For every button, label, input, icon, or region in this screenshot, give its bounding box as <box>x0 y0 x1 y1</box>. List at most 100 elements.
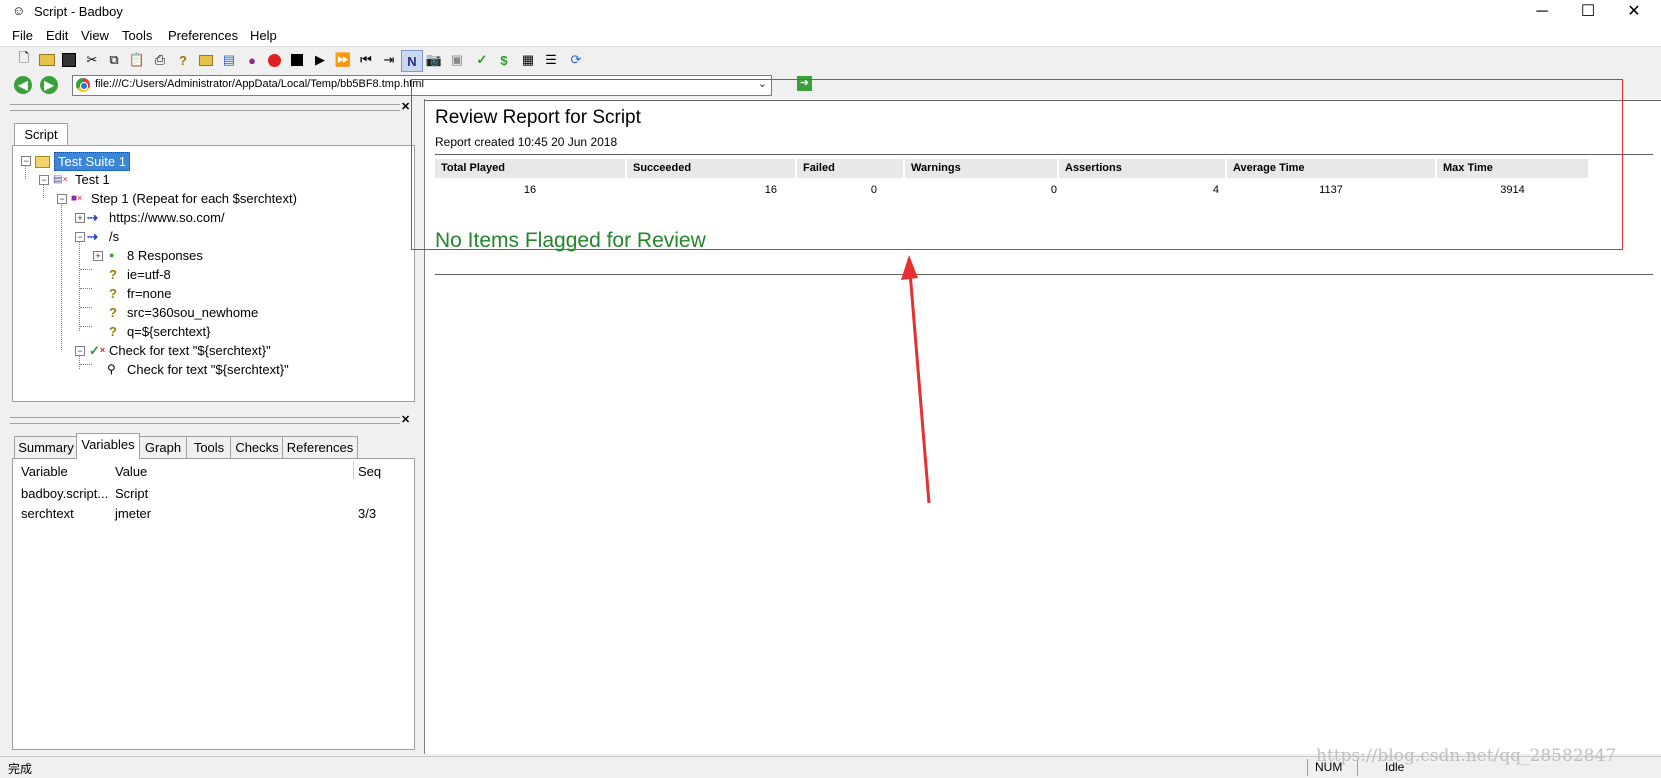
tree-label[interactable]: 8 Responses <box>127 246 203 265</box>
variable-icon[interactable]: $ <box>494 50 514 70</box>
check-icon: ✓× <box>89 343 106 358</box>
column-header-value[interactable]: Value <box>115 464 147 479</box>
collapse-icon[interactable]: − <box>21 156 31 166</box>
tab-checks[interactable]: Checks <box>230 436 284 459</box>
param-icon: ? <box>109 305 117 320</box>
add-step-icon[interactable]: ▤ <box>219 50 239 70</box>
add-item-icon[interactable]: ● <box>242 50 262 70</box>
tree-guide <box>80 288 92 289</box>
collapse-icon[interactable]: − <box>75 346 85 356</box>
play-icon[interactable]: ▶ <box>310 50 330 70</box>
navigation-mode-icon[interactable]: N <box>401 50 423 72</box>
menu-file[interactable]: File <box>12 28 33 43</box>
tree-label[interactable]: Step 1 (Repeat for each $serchtext) <box>91 189 297 208</box>
check-icon[interactable]: ✓ <box>472 50 492 70</box>
minimize-button[interactable]: ─ <box>1520 0 1564 24</box>
close-icon[interactable]: ✕ <box>401 413 410 426</box>
cell-variable: badboy.script... <box>21 486 109 501</box>
cell-variable: serchtext <box>21 506 74 521</box>
menu-tools[interactable]: Tools <box>122 28 152 43</box>
suite-folder-icon <box>35 151 51 170</box>
divider <box>435 274 1653 275</box>
step-icon[interactable]: ⇥ <box>379 50 399 70</box>
collapse-icon[interactable]: − <box>57 194 67 204</box>
tree-guide <box>61 198 62 350</box>
tree-label[interactable]: q=${serchtext} <box>127 322 210 341</box>
toolbar: 🗋 ✂ ⧉ 📋 ⎙ ? ▤ ● ▶ ⏩ ⏮ ⇥ N 📷 ▣ ✓ $ ▦ ☰ ⟳ <box>0 47 1661 73</box>
tree-icon[interactable]: ☰ <box>541 50 561 70</box>
cut-icon[interactable]: ✂ <box>82 50 102 70</box>
tree-guide <box>79 236 80 331</box>
tab-variables[interactable]: Variables <box>76 433 140 459</box>
tree-label[interactable]: Test 1 <box>75 170 110 189</box>
table-row[interactable]: serchtext jmeter 3/3 <box>13 506 414 526</box>
tree-label[interactable]: Test Suite 1 <box>54 152 130 171</box>
rewind-icon[interactable]: ⏮ <box>356 50 376 70</box>
close-icon[interactable]: ✕ <box>401 100 410 113</box>
table-row[interactable]: badboy.script... Script <box>13 486 414 506</box>
expand-icon[interactable]: + <box>75 213 85 223</box>
cell-seq: 3/3 <box>358 506 377 521</box>
tree-label[interactable]: /s <box>109 227 119 246</box>
forward-button[interactable]: ▶ <box>40 76 58 94</box>
close-button[interactable]: ✕ <box>1612 0 1656 24</box>
menu-edit[interactable]: Edit <box>46 28 68 43</box>
tree-label[interactable]: fr=none <box>127 284 171 303</box>
status-divider <box>1307 759 1308 776</box>
tree-label[interactable]: Check for text "${serchtext}" <box>109 341 271 360</box>
script-panel: ✕ Script − Test Suite 1 − ▤× Test 1 − ■×… <box>10 99 415 407</box>
url-text[interactable]: file:///C:/Users/Administrator/AppData/L… <box>95 78 424 90</box>
menu-view[interactable]: View <box>81 28 109 43</box>
highlight-box <box>411 79 1623 250</box>
tree-guide <box>80 326 92 327</box>
tab-tools[interactable]: Tools <box>186 436 232 459</box>
print-icon[interactable]: ⎙ <box>150 50 170 70</box>
step-icon: ■× <box>71 193 83 204</box>
panel-grip[interactable] <box>10 417 400 424</box>
tab-summary[interactable]: Summary <box>14 436 78 459</box>
title-bar: ☺ Script - Badboy ─ ☐ ✕ <box>0 0 1661 24</box>
tree-label[interactable]: src=360sou_newhome <box>127 303 258 322</box>
panel-grip[interactable] <box>10 104 400 111</box>
variables-table: Variable Value Seq badboy.script... Scri… <box>12 458 415 750</box>
tree-label[interactable]: Check for text "${serchtext}" <box>127 360 289 379</box>
request-arrow-icon: ⇢ <box>87 210 98 225</box>
status-text: 完成 <box>8 762 33 776</box>
expand-icon[interactable]: + <box>93 251 103 261</box>
browser-icon-center <box>80 82 88 90</box>
column-header-seq[interactable]: Seq <box>358 464 381 479</box>
paste-icon[interactable]: 📋 <box>127 50 147 70</box>
capture-icon[interactable]: ▣ <box>447 50 467 70</box>
maximize-button[interactable]: ☐ <box>1566 0 1610 24</box>
menu-help[interactable]: Help <box>250 28 277 43</box>
search-check-icon: ⚲ <box>107 362 116 376</box>
record-icon[interactable] <box>264 50 284 70</box>
tab-script[interactable]: Script <box>14 123 68 146</box>
collapse-icon[interactable]: − <box>39 175 49 185</box>
table-icon[interactable]: ▦ <box>518 50 538 70</box>
column-header-variable[interactable]: Variable <box>21 464 68 479</box>
tree-guide <box>80 307 92 308</box>
fast-forward-icon[interactable]: ⏩ <box>333 50 353 70</box>
add-folder-icon[interactable] <box>196 50 216 70</box>
open-icon[interactable] <box>37 50 57 70</box>
tree-label[interactable]: ie=utf-8 <box>127 265 171 284</box>
screenshot-icon[interactable]: 📷 <box>424 50 444 70</box>
script-tree[interactable]: − Test Suite 1 − ▤× Test 1 − ■× Step 1 (… <box>12 145 415 402</box>
copy-icon[interactable]: ⧉ <box>104 50 124 70</box>
help-icon[interactable]: ? <box>173 50 193 70</box>
save-icon[interactable] <box>59 50 79 70</box>
tree-label[interactable]: https://www.so.com/ <box>109 208 225 227</box>
window-title: Script - Badboy <box>34 4 123 19</box>
param-icon: ? <box>109 324 117 339</box>
new-icon[interactable]: 🗋 <box>14 50 34 70</box>
tab-graph[interactable]: Graph <box>138 436 188 459</box>
tree-guide <box>80 364 92 365</box>
collapse-icon[interactable]: − <box>75 232 85 242</box>
tab-references[interactable]: References <box>282 436 358 459</box>
refresh-icon[interactable]: ⟳ <box>566 50 586 70</box>
stop-icon[interactable] <box>287 50 307 70</box>
back-button[interactable]: ◀ <box>14 76 32 94</box>
column-divider[interactable] <box>353 461 354 479</box>
menu-preferences[interactable]: Preferences <box>168 28 238 43</box>
